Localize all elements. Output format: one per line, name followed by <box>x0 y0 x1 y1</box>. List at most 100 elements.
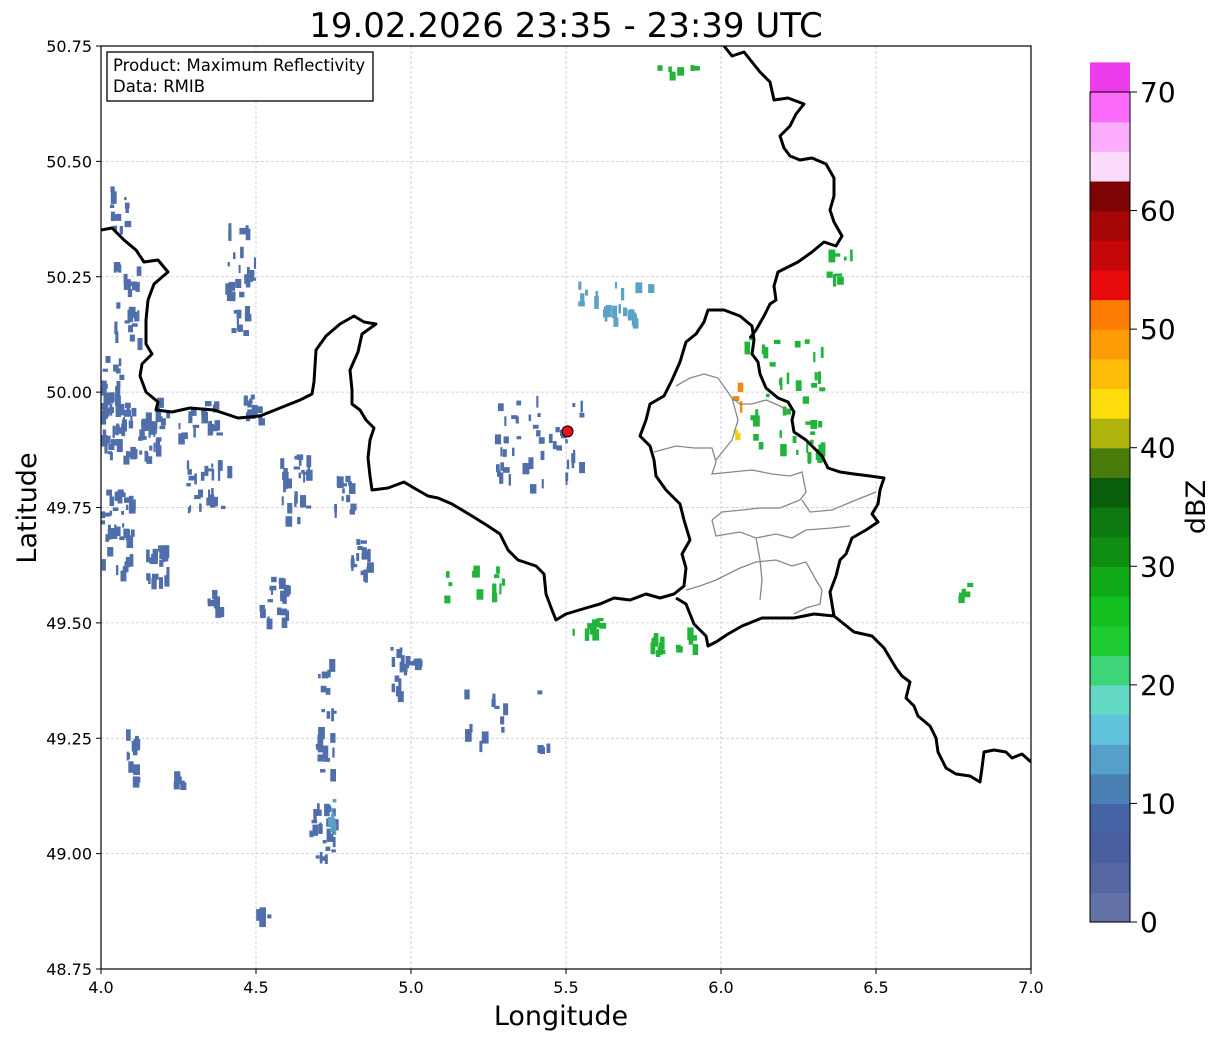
product-label: Product: Maximum Reflectivity <box>113 56 365 75</box>
echo-cell <box>761 344 766 355</box>
echo-cell <box>650 642 656 655</box>
echo-cell <box>247 400 252 408</box>
echo-cell <box>323 672 329 679</box>
echo-cell <box>322 840 327 844</box>
colorbar-segment <box>1090 269 1130 301</box>
echo-cell <box>101 380 107 394</box>
echo-cell <box>578 281 582 290</box>
echo-cell <box>281 596 285 602</box>
colorbar-tick-label: 50 <box>1140 313 1176 346</box>
echo-cell <box>102 368 108 372</box>
echo-cell <box>611 305 618 319</box>
echo-cell <box>128 420 134 429</box>
echo-cell <box>208 468 214 472</box>
echo-cell <box>245 306 250 315</box>
echo-cell <box>323 758 331 762</box>
echo-cell <box>360 570 364 576</box>
echo-cell <box>660 636 665 650</box>
echo-cell <box>101 520 106 525</box>
echo-cell <box>122 523 125 528</box>
echo-cell <box>109 494 113 506</box>
echo-cell <box>285 610 290 621</box>
echo-cell <box>837 276 844 285</box>
echo-cell <box>174 771 181 782</box>
echo-cell <box>101 403 109 410</box>
echo-cell <box>128 761 134 773</box>
echo-cell <box>240 246 244 259</box>
echo-cell <box>360 540 367 544</box>
echo-cell <box>779 430 782 438</box>
y-axis-ticks: 48.75 49.00 49.25 49.50 49.75 50.00 50.25 50.50… <box>46 37 101 979</box>
echo-cell <box>125 202 129 213</box>
echo-cell <box>132 749 138 756</box>
echo-cell <box>307 465 310 475</box>
echo-cell <box>501 726 505 733</box>
echo-cell <box>500 447 503 457</box>
colorbar-tick-label: 40 <box>1140 432 1176 465</box>
echo-cell <box>792 435 797 443</box>
echo-cell <box>324 854 328 864</box>
echo-cell <box>555 427 560 433</box>
echo-cell <box>243 330 249 336</box>
echo-cell <box>238 264 241 274</box>
echo-cell <box>541 479 544 489</box>
echo-cell <box>326 711 331 719</box>
echo-cell <box>217 460 223 471</box>
echo-cell <box>603 306 606 315</box>
echo-cell <box>213 596 220 609</box>
echo-cell <box>758 442 764 450</box>
echo-cell <box>315 855 320 859</box>
echo-cell <box>137 310 140 322</box>
echo-cell <box>508 474 511 486</box>
colorbar-segment <box>1090 773 1130 805</box>
echo-cell <box>332 799 337 803</box>
echo-cell <box>204 465 209 476</box>
colorbar-segment <box>1090 536 1130 567</box>
echo-cell <box>444 595 451 604</box>
echo-cell <box>552 441 557 450</box>
colorbar-segment <box>1090 507 1130 538</box>
echo-cell <box>319 851 323 864</box>
echo-cell <box>306 505 312 509</box>
echo-cell <box>293 466 301 470</box>
radar-figure: 19.02.2026 23:35 - 23:39 UTC Product: Ma… <box>12 6 1212 1032</box>
echo-cell <box>325 687 331 695</box>
echo-cell <box>283 468 288 476</box>
echo-cell <box>119 225 123 235</box>
echo-cell <box>494 705 500 709</box>
echo-cell <box>119 492 126 497</box>
echo-cell <box>239 291 245 298</box>
echo-cell <box>318 727 325 740</box>
echo-cell <box>127 281 135 286</box>
colorbar-segment <box>1090 714 1130 745</box>
echo-cell <box>110 439 117 446</box>
echo-cell <box>810 420 818 429</box>
colorbar-segment <box>1090 803 1130 834</box>
echo-cell <box>399 661 404 673</box>
echo-cell <box>110 191 117 204</box>
echo-cell <box>448 582 453 587</box>
echo-cell <box>311 819 318 824</box>
x-tick-label: 7.0 <box>1018 978 1043 997</box>
echo-cell <box>194 473 197 485</box>
echo-cell <box>774 339 781 344</box>
echo-cell <box>267 599 273 603</box>
echo-cell <box>356 553 360 561</box>
echo-cell <box>126 751 129 761</box>
y-tick-label: 49.00 <box>46 845 92 864</box>
echo-cell <box>503 436 509 444</box>
echo-cell <box>106 489 112 496</box>
colorbar-segment <box>1090 892 1130 923</box>
echo-cell <box>112 507 119 511</box>
echo-cell <box>556 445 562 451</box>
echo-cell <box>124 197 127 201</box>
y-tick-label: 50.75 <box>46 37 92 56</box>
echo-cell <box>117 489 124 493</box>
echo-cell <box>500 716 505 725</box>
echo-cell <box>539 747 545 754</box>
echo-cell <box>690 65 695 72</box>
echo-cell <box>445 571 450 578</box>
echo-cell <box>349 483 356 494</box>
echo-cell <box>476 589 484 600</box>
echo-cell <box>217 470 221 481</box>
